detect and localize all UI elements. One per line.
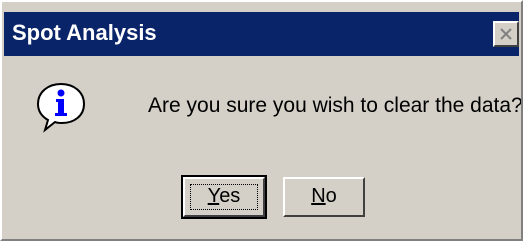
yes-button[interactable]: Yes bbox=[181, 175, 267, 219]
dialog-message: Are you sure you wish to clear the data? bbox=[148, 94, 523, 117]
close-button[interactable] bbox=[493, 21, 519, 47]
yes-label-rest: es bbox=[219, 185, 241, 207]
window-title: Spot Analysis bbox=[12, 20, 157, 45]
no-label-rest: o bbox=[325, 185, 337, 207]
no-button[interactable]: No bbox=[283, 177, 365, 217]
info-icon bbox=[36, 82, 86, 133]
yes-mnemonic: Y bbox=[207, 185, 220, 207]
message-dialog: Spot Analysis Are you sure you wish to c… bbox=[0, 0, 523, 241]
close-icon bbox=[500, 28, 512, 40]
title-bar[interactable]: Spot Analysis bbox=[4, 12, 519, 56]
yes-button-label: Yes bbox=[208, 185, 241, 207]
no-mnemonic: N bbox=[311, 185, 326, 207]
no-button-label: No bbox=[311, 185, 337, 207]
